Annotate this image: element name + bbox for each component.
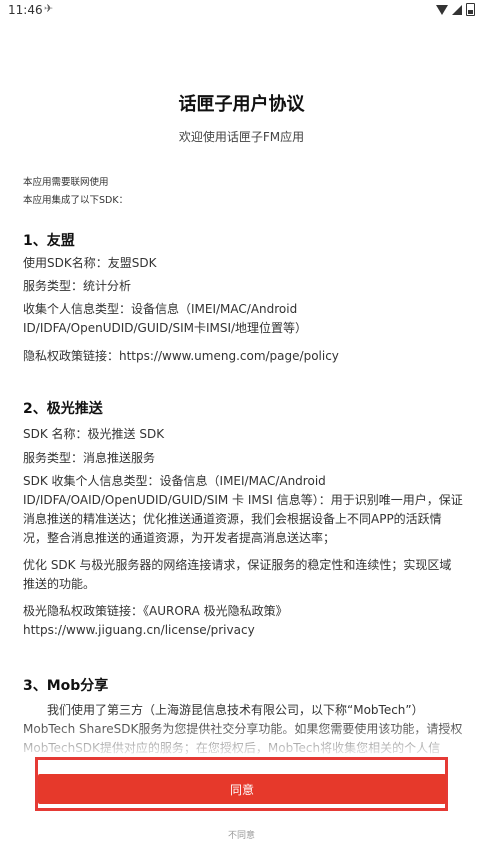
status-extra-icon: ✈ [44,2,54,15]
status-bar: 11:46 ✈ [0,0,483,22]
section-title-umeng: 1、友盟 [23,233,75,249]
jiguang-service-type: 服务类型：消息推送服务 [23,451,156,465]
disagree-button[interactable]: 不同意 [0,828,483,841]
intro-line-2: 本应用集成了以下SDK： [23,195,129,206]
umeng-info-type: 收集个人信息类型：设备信息（IMEI/MAC/Android ID/IDFA/O… [23,302,308,335]
section-title-jiguang: 2、极光推送 [23,401,103,417]
jiguang-sdk-name: SDK 名称：极光推送 SDK [23,427,165,441]
umeng-policy-link[interactable]: 隐私权政策链接：https://www.umeng.com/page/polic… [23,347,463,366]
section-title-mob: 3、Mob分享 [23,678,109,694]
battery-icon [466,3,475,16]
intro-line-1: 本应用需要联网使用 [23,177,109,188]
wifi-icon [436,4,448,15]
agreement-content[interactable]: 话匣子用户协议 欢迎使用话匣子FM应用 本应用需要联网使用 本应用集成了以下SD… [0,22,483,757]
status-icons [436,3,475,16]
umeng-sdk-name: 使用SDK名称：友盟SDK [23,256,157,270]
jiguang-info-type: SDK 收集个人信息类型：设备信息（IMEI/MAC/Android ID/ID… [23,474,463,545]
status-time: 11:46 [8,3,43,17]
umeng-service-type: 服务类型：统计分析 [23,279,132,293]
agree-button[interactable]: 同意 [38,774,446,804]
page-subtitle: 欢迎使用话匣子FM应用 [178,130,305,144]
signal-icon [452,4,462,15]
bottom-fade [0,720,483,760]
page-title: 话匣子用户协议 [178,94,305,115]
jiguang-optimization: 优化 SDK 与极光服务器的网络连接请求，保证服务的稳定性和连续性；实现区域推送… [23,558,452,591]
jiguang-policy-link[interactable]: 极光隐私权政策链接：《AURORA 极光隐私政策》 https://www.ji… [23,602,323,640]
